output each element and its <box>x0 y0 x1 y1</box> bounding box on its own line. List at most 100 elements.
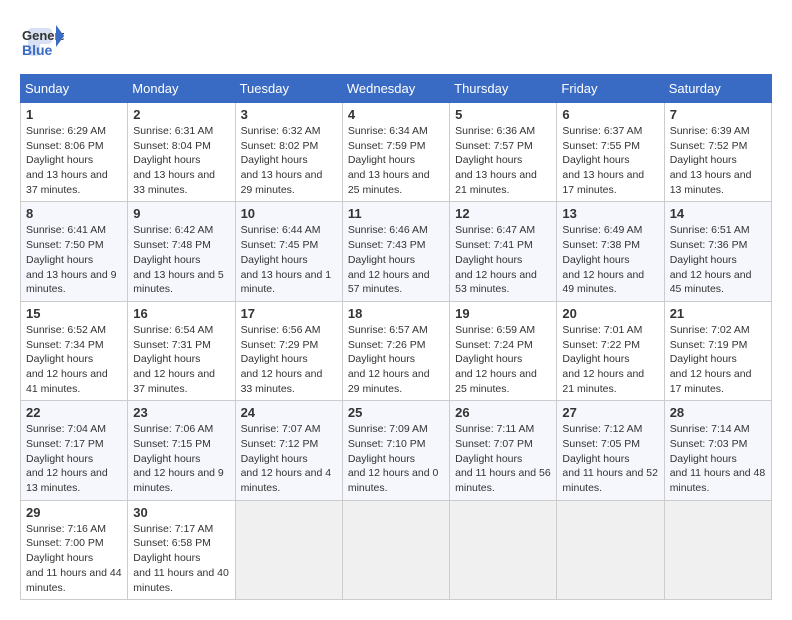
calendar-week-row: 15 Sunrise: 6:52 AM Sunset: 7:34 PM Dayl… <box>21 301 772 400</box>
day-detail: Sunrise: 6:39 AM Sunset: 7:52 PM Dayligh… <box>670 124 766 197</box>
day-number: 30 <box>133 505 229 520</box>
col-header-thursday: Thursday <box>450 75 557 103</box>
day-number: 27 <box>562 405 658 420</box>
day-number: 1 <box>26 107 122 122</box>
day-number: 16 <box>133 306 229 321</box>
day-number: 29 <box>26 505 122 520</box>
day-number: 25 <box>348 405 444 420</box>
day-detail: Sunrise: 7:14 AM Sunset: 7:03 PM Dayligh… <box>670 422 766 495</box>
calendar-cell: 3 Sunrise: 6:32 AM Sunset: 8:02 PM Dayli… <box>235 103 342 202</box>
calendar-cell <box>450 500 557 599</box>
calendar-week-row: 22 Sunrise: 7:04 AM Sunset: 7:17 PM Dayl… <box>21 401 772 500</box>
col-header-friday: Friday <box>557 75 664 103</box>
calendar-cell: 6 Sunrise: 6:37 AM Sunset: 7:55 PM Dayli… <box>557 103 664 202</box>
calendar-cell: 17 Sunrise: 6:56 AM Sunset: 7:29 PM Dayl… <box>235 301 342 400</box>
calendar-cell: 23 Sunrise: 7:06 AM Sunset: 7:15 PM Dayl… <box>128 401 235 500</box>
day-number: 13 <box>562 206 658 221</box>
svg-text:Blue: Blue <box>22 42 53 58</box>
day-number: 8 <box>26 206 122 221</box>
day-detail: Sunrise: 7:01 AM Sunset: 7:22 PM Dayligh… <box>562 323 658 396</box>
col-header-saturday: Saturday <box>664 75 771 103</box>
day-number: 12 <box>455 206 551 221</box>
day-number: 4 <box>348 107 444 122</box>
calendar-cell: 2 Sunrise: 6:31 AM Sunset: 8:04 PM Dayli… <box>128 103 235 202</box>
calendar-cell: 27 Sunrise: 7:12 AM Sunset: 7:05 PM Dayl… <box>557 401 664 500</box>
calendar-cell: 1 Sunrise: 6:29 AM Sunset: 8:06 PM Dayli… <box>21 103 128 202</box>
day-number: 6 <box>562 107 658 122</box>
logo: General Blue <box>20 20 64 64</box>
calendar-cell: 18 Sunrise: 6:57 AM Sunset: 7:26 PM Dayl… <box>342 301 449 400</box>
day-detail: Sunrise: 6:56 AM Sunset: 7:29 PM Dayligh… <box>241 323 337 396</box>
day-detail: Sunrise: 6:49 AM Sunset: 7:38 PM Dayligh… <box>562 223 658 296</box>
day-number: 5 <box>455 107 551 122</box>
day-number: 26 <box>455 405 551 420</box>
calendar-week-row: 29 Sunrise: 7:16 AM Sunset: 7:00 PM Dayl… <box>21 500 772 599</box>
calendar-cell: 24 Sunrise: 7:07 AM Sunset: 7:12 PM Dayl… <box>235 401 342 500</box>
day-number: 14 <box>670 206 766 221</box>
day-detail: Sunrise: 6:51 AM Sunset: 7:36 PM Dayligh… <box>670 223 766 296</box>
day-detail: Sunrise: 7:02 AM Sunset: 7:19 PM Dayligh… <box>670 323 766 396</box>
day-detail: Sunrise: 6:59 AM Sunset: 7:24 PM Dayligh… <box>455 323 551 396</box>
day-detail: Sunrise: 6:34 AM Sunset: 7:59 PM Dayligh… <box>348 124 444 197</box>
day-detail: Sunrise: 6:42 AM Sunset: 7:48 PM Dayligh… <box>133 223 229 296</box>
calendar-cell: 16 Sunrise: 6:54 AM Sunset: 7:31 PM Dayl… <box>128 301 235 400</box>
day-detail: Sunrise: 7:07 AM Sunset: 7:12 PM Dayligh… <box>241 422 337 495</box>
calendar-cell: 21 Sunrise: 7:02 AM Sunset: 7:19 PM Dayl… <box>664 301 771 400</box>
calendar-week-row: 8 Sunrise: 6:41 AM Sunset: 7:50 PM Dayli… <box>21 202 772 301</box>
calendar-cell: 25 Sunrise: 7:09 AM Sunset: 7:10 PM Dayl… <box>342 401 449 500</box>
page-header: General Blue <box>20 20 772 64</box>
calendar-cell: 14 Sunrise: 6:51 AM Sunset: 7:36 PM Dayl… <box>664 202 771 301</box>
calendar-cell: 13 Sunrise: 6:49 AM Sunset: 7:38 PM Dayl… <box>557 202 664 301</box>
day-detail: Sunrise: 7:11 AM Sunset: 7:07 PM Dayligh… <box>455 422 551 495</box>
day-number: 22 <box>26 405 122 420</box>
calendar-cell <box>342 500 449 599</box>
day-detail: Sunrise: 6:57 AM Sunset: 7:26 PM Dayligh… <box>348 323 444 396</box>
day-detail: Sunrise: 7:04 AM Sunset: 7:17 PM Dayligh… <box>26 422 122 495</box>
col-header-wednesday: Wednesday <box>342 75 449 103</box>
calendar-cell: 12 Sunrise: 6:47 AM Sunset: 7:41 PM Dayl… <box>450 202 557 301</box>
calendar-cell: 26 Sunrise: 7:11 AM Sunset: 7:07 PM Dayl… <box>450 401 557 500</box>
calendar-cell: 10 Sunrise: 6:44 AM Sunset: 7:45 PM Dayl… <box>235 202 342 301</box>
day-detail: Sunrise: 6:46 AM Sunset: 7:43 PM Dayligh… <box>348 223 444 296</box>
calendar-cell: 4 Sunrise: 6:34 AM Sunset: 7:59 PM Dayli… <box>342 103 449 202</box>
col-header-tuesday: Tuesday <box>235 75 342 103</box>
day-detail: Sunrise: 6:32 AM Sunset: 8:02 PM Dayligh… <box>241 124 337 197</box>
day-detail: Sunrise: 6:47 AM Sunset: 7:41 PM Dayligh… <box>455 223 551 296</box>
day-detail: Sunrise: 6:29 AM Sunset: 8:06 PM Dayligh… <box>26 124 122 197</box>
calendar-cell: 11 Sunrise: 6:46 AM Sunset: 7:43 PM Dayl… <box>342 202 449 301</box>
logo-icon: General Blue <box>20 20 64 64</box>
day-detail: Sunrise: 6:36 AM Sunset: 7:57 PM Dayligh… <box>455 124 551 197</box>
day-number: 15 <box>26 306 122 321</box>
day-detail: Sunrise: 7:17 AM Sunset: 6:58 PM Dayligh… <box>133 522 229 595</box>
day-number: 3 <box>241 107 337 122</box>
calendar-table: SundayMondayTuesdayWednesdayThursdayFrid… <box>20 74 772 600</box>
day-number: 28 <box>670 405 766 420</box>
day-detail: Sunrise: 6:37 AM Sunset: 7:55 PM Dayligh… <box>562 124 658 197</box>
day-number: 20 <box>562 306 658 321</box>
calendar-week-row: 1 Sunrise: 6:29 AM Sunset: 8:06 PM Dayli… <box>21 103 772 202</box>
day-number: 2 <box>133 107 229 122</box>
calendar-cell: 29 Sunrise: 7:16 AM Sunset: 7:00 PM Dayl… <box>21 500 128 599</box>
calendar-cell: 22 Sunrise: 7:04 AM Sunset: 7:17 PM Dayl… <box>21 401 128 500</box>
calendar-cell: 8 Sunrise: 6:41 AM Sunset: 7:50 PM Dayli… <box>21 202 128 301</box>
day-detail: Sunrise: 6:31 AM Sunset: 8:04 PM Dayligh… <box>133 124 229 197</box>
day-number: 17 <box>241 306 337 321</box>
col-header-sunday: Sunday <box>21 75 128 103</box>
day-number: 24 <box>241 405 337 420</box>
day-number: 23 <box>133 405 229 420</box>
col-header-monday: Monday <box>128 75 235 103</box>
calendar-cell <box>557 500 664 599</box>
calendar-cell: 28 Sunrise: 7:14 AM Sunset: 7:03 PM Dayl… <box>664 401 771 500</box>
day-number: 7 <box>670 107 766 122</box>
day-number: 9 <box>133 206 229 221</box>
day-detail: Sunrise: 7:12 AM Sunset: 7:05 PM Dayligh… <box>562 422 658 495</box>
day-detail: Sunrise: 7:06 AM Sunset: 7:15 PM Dayligh… <box>133 422 229 495</box>
calendar-cell: 15 Sunrise: 6:52 AM Sunset: 7:34 PM Dayl… <box>21 301 128 400</box>
calendar-cell: 5 Sunrise: 6:36 AM Sunset: 7:57 PM Dayli… <box>450 103 557 202</box>
day-detail: Sunrise: 6:44 AM Sunset: 7:45 PM Dayligh… <box>241 223 337 296</box>
calendar-cell: 30 Sunrise: 7:17 AM Sunset: 6:58 PM Dayl… <box>128 500 235 599</box>
calendar-cell: 7 Sunrise: 6:39 AM Sunset: 7:52 PM Dayli… <box>664 103 771 202</box>
day-detail: Sunrise: 6:52 AM Sunset: 7:34 PM Dayligh… <box>26 323 122 396</box>
calendar-cell <box>664 500 771 599</box>
day-number: 11 <box>348 206 444 221</box>
